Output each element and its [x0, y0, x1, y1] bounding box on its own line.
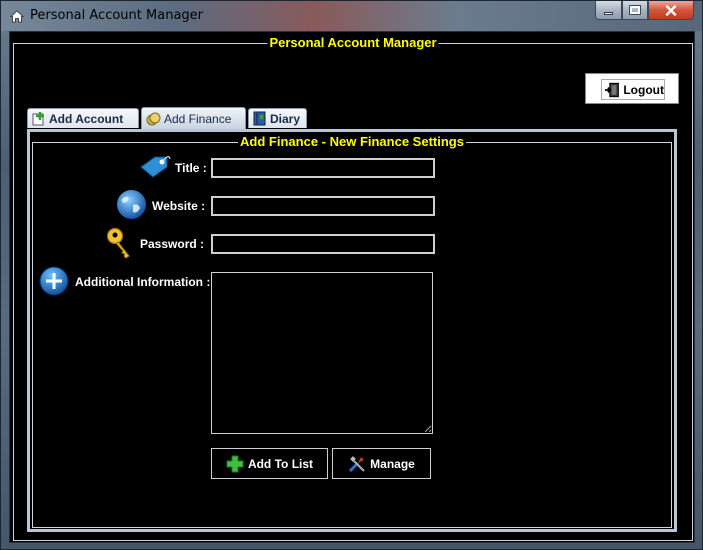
tab-add-account[interactable]: Add Account	[27, 108, 139, 128]
diary-icon	[253, 111, 266, 126]
logout-icon	[604, 82, 619, 97]
password-label: Password :	[140, 237, 205, 251]
title-bar[interactable]: Personal Account Manager	[1, 1, 702, 31]
add-page-icon	[32, 111, 44, 125]
additional-info-label: Additional Information :	[75, 275, 211, 289]
window-controls	[595, 1, 694, 21]
tab-add-finance-label: Add Finance	[164, 111, 232, 126]
logout-label: Logout	[623, 82, 664, 97]
plus-circle-icon	[39, 266, 69, 296]
password-field[interactable]	[211, 234, 435, 254]
add-to-list-button[interactable]: Add To List	[211, 448, 328, 479]
logout-inner: Logout	[601, 79, 665, 100]
add-to-list-label: Add To List	[247, 456, 314, 471]
title-label: Title :	[175, 161, 207, 175]
plus-icon	[226, 455, 244, 472]
tab-diary-label: Diary	[270, 111, 301, 126]
website-label: Website :	[152, 199, 206, 213]
manage-label: Manage	[370, 456, 415, 471]
maximize-button[interactable]	[622, 1, 648, 20]
content-area: Personal Account Manager Logout Add Acco…	[9, 31, 695, 543]
minimize-button[interactable]	[595, 1, 622, 20]
tab-add-finance[interactable]: Add Finance	[141, 107, 246, 129]
maximize-icon	[629, 5, 641, 15]
window-title: Personal Account Manager	[30, 8, 203, 23]
minimize-icon	[604, 11, 613, 15]
tag-icon	[140, 156, 171, 178]
tools-icon	[349, 455, 365, 472]
main-group-title: Personal Account Manager	[267, 34, 439, 52]
website-field[interactable]	[211, 196, 435, 216]
coin-icon	[146, 112, 161, 125]
tab-diary[interactable]: Diary	[248, 108, 307, 128]
key-icon	[106, 227, 130, 259]
close-button[interactable]	[648, 1, 694, 20]
finance-settings-title: Add Finance - New Finance Settings	[238, 133, 466, 151]
logout-button[interactable]: Logout	[585, 73, 679, 104]
tab-add-account-label: Add Account	[49, 111, 124, 126]
additional-info-textarea[interactable]	[211, 272, 433, 434]
main-group: Personal Account Manager Logout Add Acco…	[13, 34, 693, 541]
home-icon	[10, 10, 24, 23]
title-field[interactable]	[211, 158, 435, 178]
globe-icon	[117, 190, 146, 219]
manage-button[interactable]: Manage	[332, 448, 431, 479]
close-icon	[665, 4, 677, 16]
app-window: Personal Account Manager Personal Accoun…	[0, 0, 703, 550]
